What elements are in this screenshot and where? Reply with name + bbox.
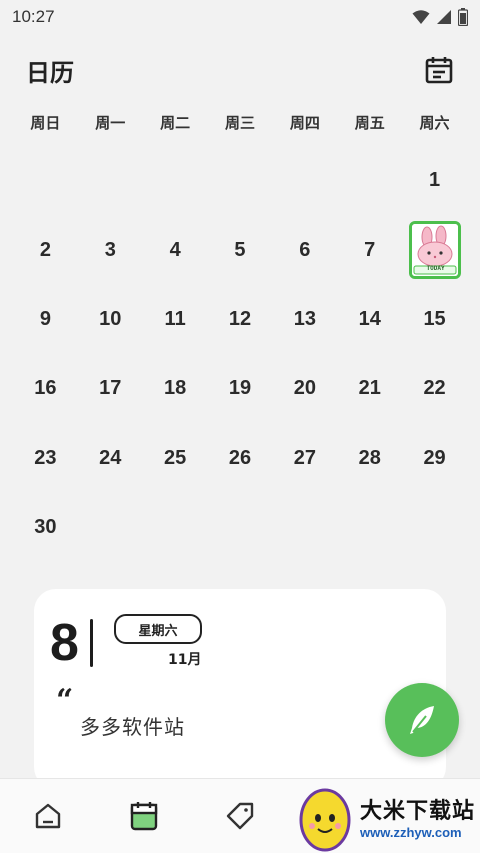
- selected-day-number: 8: [50, 614, 79, 672]
- app-header: 日历: [0, 44, 480, 96]
- sticker-caption: TODAY: [426, 265, 445, 273]
- weekday-label: 周一: [95, 114, 126, 132]
- watermark-url: www.zzhyw.com: [360, 825, 462, 840]
- day-cell-empty: [13, 146, 78, 215]
- day-cell[interactable]: 2: [13, 215, 78, 284]
- day-cell-empty: [208, 146, 273, 215]
- day-cell[interactable]: 19: [208, 354, 273, 423]
- battery-icon: [458, 8, 468, 26]
- day-cell[interactable]: 25: [143, 424, 208, 493]
- day-cell-today[interactable]: TODAY: [402, 215, 467, 284]
- weekday-label: 周六: [419, 114, 450, 132]
- day-cell[interactable]: 15: [402, 285, 467, 354]
- divider: [90, 619, 93, 667]
- day-cell[interactable]: 23: [13, 424, 78, 493]
- day-cell[interactable]: 28: [337, 424, 402, 493]
- day-cell-empty: [143, 146, 208, 215]
- sticker-image: TODAY: [408, 221, 461, 280]
- weekday-label: 周二: [160, 114, 191, 132]
- watermark: 大米下载站 www.zzhyw.com: [296, 780, 480, 853]
- home-icon: [35, 803, 61, 829]
- calendar-grid: 1 2 3 4 5 6 7 TODAY 9 10 11 12 13 14 15 …: [13, 146, 467, 562]
- weekday-label: 周三: [224, 114, 255, 132]
- day-cell[interactable]: 3: [78, 215, 143, 284]
- day-cell[interactable]: 16: [13, 354, 78, 423]
- day-cell[interactable]: 7: [337, 215, 402, 284]
- tag-icon: [226, 802, 254, 830]
- write-note-button[interactable]: [385, 683, 459, 757]
- day-cell[interactable]: 17: [78, 354, 143, 423]
- day-cell[interactable]: 27: [272, 424, 337, 493]
- quote-text: 多多软件站: [80, 715, 185, 739]
- day-cell[interactable]: 9: [13, 285, 78, 354]
- status-icons: [412, 8, 468, 26]
- month-label: 11月: [168, 652, 202, 668]
- watermark-title: 大米下载站: [360, 799, 476, 824]
- day-cell[interactable]: 20: [272, 354, 337, 423]
- day-cell[interactable]: 29: [402, 424, 467, 493]
- day-cell[interactable]: 14: [337, 285, 402, 354]
- nav-home[interactable]: [0, 779, 96, 853]
- signal-icon: [437, 10, 451, 24]
- day-cell[interactable]: 22: [402, 354, 467, 423]
- day-cell[interactable]: 10: [78, 285, 143, 354]
- nav-tags[interactable]: [192, 779, 288, 853]
- wifi-icon: [412, 10, 430, 24]
- day-cell[interactable]: 18: [143, 354, 208, 423]
- weekday-header: 周日 周一 周二 周三 周四 周五 周六: [13, 112, 467, 142]
- weekday-badge: 星期六: [114, 614, 202, 644]
- page-title: 日历: [26, 58, 74, 87]
- day-cell[interactable]: 13: [272, 285, 337, 354]
- status-time: 10:27: [12, 7, 55, 26]
- weekday-label: 周五: [354, 114, 385, 132]
- day-cell[interactable]: 1: [402, 146, 467, 215]
- day-cell-empty: [272, 146, 337, 215]
- day-cell[interactable]: 4: [143, 215, 208, 284]
- feather-icon: [410, 706, 434, 734]
- weekday-label: 周日: [30, 114, 61, 132]
- watermark-text: 大米下载站 www.zzhyw.com: [360, 793, 475, 840]
- day-cell[interactable]: 5: [208, 215, 273, 284]
- day-detail-card[interactable]: 8 星期六 11月 “ 多多软件站: [34, 589, 446, 789]
- quote-mark: “: [56, 683, 74, 718]
- weekday-label: 周四: [289, 114, 320, 132]
- day-cell[interactable]: 24: [78, 424, 143, 493]
- day-cell[interactable]: 6: [272, 215, 337, 284]
- status-bar: 10:27: [0, 0, 480, 34]
- day-cell[interactable]: 11: [143, 285, 208, 354]
- day-cell[interactable]: 26: [208, 424, 273, 493]
- egg-mascot-icon: [299, 788, 351, 851]
- calendar-view-icon[interactable]: [424, 55, 454, 85]
- day-cell-empty: [78, 146, 143, 215]
- day-cell[interactable]: 30: [13, 493, 78, 562]
- day-cell-empty: [337, 146, 402, 215]
- day-cell[interactable]: 12: [208, 285, 273, 354]
- calendar-icon: [130, 802, 158, 831]
- nav-calendar[interactable]: [96, 779, 192, 853]
- day-cell[interactable]: 21: [337, 354, 402, 423]
